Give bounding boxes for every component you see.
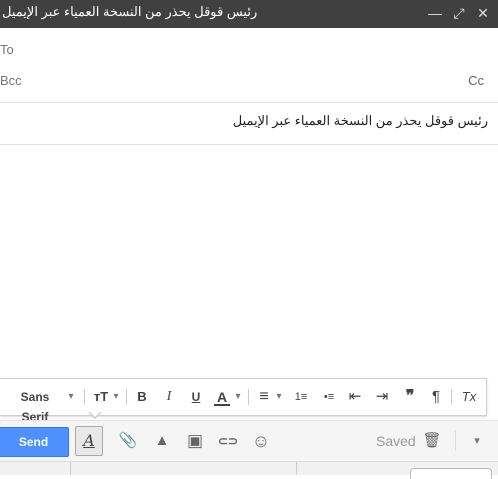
- subject-field[interactable]: رئيس قوقل يحذر من النسخة العمياء عبر الإ…: [233, 113, 488, 129]
- expand-icon[interactable]: ⤢: [449, 3, 469, 23]
- bcc-field[interactable]: Bcc Cc: [0, 71, 498, 91]
- quote-icon[interactable]: ❞: [399, 387, 421, 407]
- formatting-options-icon[interactable]: A: [75, 426, 103, 456]
- align-icon[interactable]: ≡: [256, 387, 272, 407]
- numbered-list-icon[interactable]: 1≡: [290, 387, 312, 407]
- rtl-icon[interactable]: ¶: [426, 387, 446, 407]
- trash-icon[interactable]: 🗑: [422, 431, 442, 451]
- window-bottom-strip: [0, 461, 498, 479]
- remove-formatting-icon[interactable]: Tx: [458, 387, 480, 407]
- font-size-dropdown-icon[interactable]: ▾: [111, 387, 121, 407]
- minimize-icon[interactable]: —: [425, 3, 445, 23]
- cc-link[interactable]: Cc: [468, 73, 484, 88]
- font-size-icon[interactable]: тT: [92, 387, 110, 407]
- attach-icon[interactable]: 📎: [118, 431, 138, 451]
- more-options-icon[interactable]: ▾: [467, 431, 487, 451]
- window-title: رئيس قوقل يحذر من النسخة العمياء عبر الإ…: [2, 4, 258, 19]
- to-label: To: [0, 42, 14, 57]
- bottom-bar-separator: [455, 431, 456, 451]
- toolbar-separator: [84, 389, 85, 405]
- close-icon[interactable]: ✕: [473, 3, 493, 23]
- strip-divider: [70, 462, 71, 475]
- compose-bottom-bar: Send A 📎 ▲ ▣ ⊂⊃ ☺ Saved 🗑 ▾: [0, 420, 498, 461]
- text-color-dropdown-icon[interactable]: ▾: [233, 387, 243, 407]
- saved-status: Saved: [376, 433, 416, 449]
- underline-icon[interactable]: U: [188, 387, 204, 407]
- toolbar-pointer: [88, 411, 102, 419]
- photo-icon[interactable]: ▣: [185, 431, 205, 451]
- drive-icon[interactable]: ▲: [152, 431, 172, 451]
- toolbar-separator: [451, 389, 452, 405]
- compose-titlebar[interactable]: رئيس قوقل يحذر من النسخة العمياء عبر الإ…: [0, 0, 498, 28]
- toolbar-separator: [126, 389, 127, 405]
- font-family-dropdown-icon[interactable]: ▾: [66, 387, 76, 407]
- font-family-select[interactable]: Sans Serif: [6, 387, 64, 424]
- to-field[interactable]: To: [0, 40, 498, 60]
- formatting-options-glyph: A: [83, 431, 95, 450]
- recipients-divider: [0, 102, 498, 103]
- indent-more-icon[interactable]: ⇥: [371, 387, 393, 407]
- bcc-label: Bcc: [0, 73, 22, 88]
- formatting-toolbar: Sans Serif ▾ тT ▾ B I U A ▾ ≡ ▾ 1≡ •≡ ⇤ …: [0, 378, 487, 424]
- emoji-icon[interactable]: ☺: [251, 431, 271, 451]
- indent-less-icon[interactable]: ⇤: [344, 387, 366, 407]
- bold-icon[interactable]: B: [134, 387, 150, 407]
- align-dropdown-icon[interactable]: ▾: [274, 387, 284, 407]
- strip-divider: [296, 462, 297, 475]
- bulleted-list-icon[interactable]: •≡: [318, 387, 340, 407]
- message-body[interactable]: [0, 145, 498, 377]
- link-icon[interactable]: ⊂⊃: [216, 431, 240, 451]
- italic-icon[interactable]: I: [161, 387, 177, 407]
- toolbar-separator: [248, 389, 249, 405]
- text-color-icon[interactable]: A: [214, 387, 230, 406]
- send-button[interactable]: Send: [0, 427, 69, 457]
